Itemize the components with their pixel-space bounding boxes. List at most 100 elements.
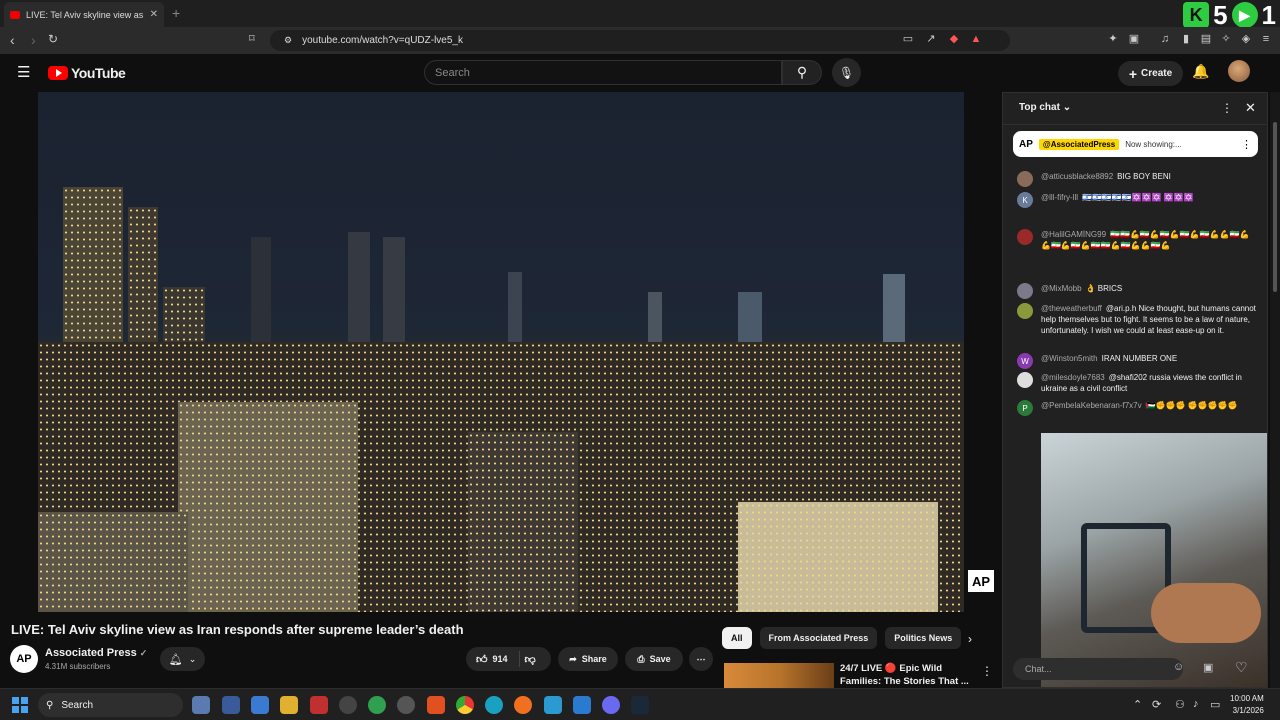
page-scrollbar[interactable] — [1270, 92, 1280, 688]
chat-username[interactable]: @HalilGAMİNG99 — [1041, 230, 1106, 239]
chat-username[interactable]: @milesdoyle7683 — [1041, 373, 1105, 382]
super-chat-icon[interactable]: ▣ — [1203, 661, 1213, 674]
share-page-icon[interactable]: ↗ — [925, 33, 937, 45]
hamburger-menu-icon[interactable]: ☰ — [17, 63, 30, 81]
chat-avatar[interactable] — [1017, 283, 1033, 299]
chat-avatar[interactable]: W — [1017, 353, 1033, 369]
chevron-right-icon[interactable]: › — [968, 632, 972, 646]
chat-username[interactable]: @lll-fifry-lll — [1041, 193, 1078, 202]
chat-avatar[interactable] — [1017, 171, 1033, 187]
chip-all[interactable]: All — [722, 627, 752, 649]
voice-search-button[interactable]: 🎙 — [832, 58, 861, 87]
chat-avatar[interactable]: K — [1017, 192, 1033, 208]
chrome-icon[interactable] — [456, 696, 474, 714]
forward-icon[interactable]: › — [31, 32, 36, 48]
network-icon[interactable]: ⚇ — [1175, 698, 1185, 711]
back-icon[interactable]: ‹ — [10, 32, 15, 48]
extensions-icon[interactable]: ✦ — [1107, 33, 1119, 45]
recommendation-thumbnail[interactable] — [724, 663, 834, 688]
chat-message[interactable]: @atticusblacke8892 BIG BOY BENI — [1017, 171, 1257, 187]
chat-username[interactable]: @PembelaKebenaran-f7x7v — [1041, 401, 1142, 410]
chat-avatar[interactable] — [1017, 303, 1033, 319]
vpn-icon[interactable]: ◈ — [1240, 33, 1252, 45]
taskbar-clock[interactable]: 10:00 AM 3/1/2026 — [1230, 693, 1264, 717]
sidebar-icon[interactable]: ▮ — [1180, 33, 1192, 45]
share-button[interactable]: ➦ Share — [558, 647, 618, 671]
dislike-button[interactable]: 👎︎ — [525, 653, 536, 666]
chat-message[interactable]: W @Winston5mith IRAN NUMBER ONE — [1017, 353, 1257, 369]
bookmark-icon[interactable]: ⌑ — [249, 32, 255, 45]
battery-icon[interactable]: ▭ — [1210, 698, 1220, 711]
pinned-more-icon[interactable]: ⋮ — [1241, 138, 1252, 151]
rec-more-icon[interactable]: ⋮ — [981, 664, 993, 678]
windows-start-icon[interactable] — [12, 697, 28, 713]
pinned-message[interactable]: AP @AssociatedPress Now showing:... ⋮ — [1013, 131, 1258, 157]
subscribed-notifications-button[interactable]: 🔔︎ ⌄ — [160, 647, 205, 671]
like-button[interactable]: 👍︎ 914 — [476, 653, 508, 666]
browser-tab[interactable]: LIVE: Tel Aviv skyline view as I ✕ — [4, 2, 164, 27]
app-icon[interactable] — [339, 696, 357, 714]
widgets-icon[interactable] — [192, 696, 210, 714]
chip-from-associated-press[interactable]: From Associated Press — [759, 627, 878, 649]
chat-message[interactable]: @HalilGAMİNG99 🇮🇷🇮🇷💪🇮🇷💪🇮🇷💪🇮🇷💪🇮🇷💪💪🇮🇷💪💪🇮🇷💪🇮… — [1017, 229, 1257, 251]
leo-icon[interactable]: ✧ — [1220, 33, 1232, 45]
app-icon[interactable] — [397, 696, 415, 714]
search-input[interactable]: Search — [424, 60, 782, 85]
recommendation-title[interactable]: 24/7 LIVE 🔴 Epic Wild Families: The Stor… — [840, 662, 970, 688]
new-tab-button[interactable]: + — [172, 5, 180, 21]
chat-username[interactable]: @Winston5mith — [1041, 354, 1098, 363]
create-button[interactable]: + Create — [1118, 61, 1183, 86]
channel-avatar[interactable]: AP — [10, 645, 38, 673]
chat-avatar[interactable] — [1017, 372, 1033, 388]
steam-icon[interactable] — [631, 696, 649, 714]
chat-more-icon[interactable]: ⋮ — [1221, 101, 1233, 115]
chat-mode-dropdown[interactable]: Top chat ⌄ — [1019, 102, 1071, 113]
chat-username[interactable]: @atticusblacke8892 — [1041, 172, 1113, 181]
notifications-bell-icon[interactable]: 🔔 — [1192, 63, 1209, 80]
file-explorer-icon[interactable] — [280, 696, 298, 714]
tray-app-icon[interactable]: ⟳ — [1152, 698, 1161, 711]
chat-message[interactable]: @milesdoyle7683 @shafi202 russia views th… — [1017, 372, 1257, 394]
site-info-icon[interactable]: ⚙ — [284, 35, 292, 46]
media-icon[interactable]: ♫ — [1159, 33, 1171, 45]
user-avatar[interactable] — [1228, 60, 1250, 82]
address-bar[interactable]: ⚙ youtube.com/watch?v=qUDZ-lve5_k — [270, 30, 1010, 51]
firefox-icon[interactable] — [514, 696, 532, 714]
wallet-icon[interactable]: ▤ — [1200, 33, 1212, 45]
app-icon[interactable] — [222, 696, 240, 714]
save-button[interactable]: ⎙ Save — [625, 647, 683, 671]
vscode-icon[interactable] — [573, 696, 591, 714]
brave-shield-icon[interactable]: ◆ — [948, 33, 960, 45]
chat-username[interactable]: @theweatherbuff — [1041, 304, 1102, 313]
chat-message[interactable]: P @PembelaKebenaran-f7x7v 🇵🇸✊✊✊ ✊✊✊✊✊ — [1017, 400, 1257, 416]
video-player[interactable] — [38, 92, 964, 612]
chat-username[interactable]: @MixMobb — [1041, 284, 1082, 293]
cast-icon[interactable]: ▭ — [902, 33, 914, 45]
search-button[interactable]: ⚲ — [782, 60, 822, 85]
close-chat-icon[interactable]: ✕ — [1245, 100, 1256, 116]
volume-icon[interactable]: ♪ — [1193, 698, 1199, 710]
screenshot-icon[interactable]: ▣ — [1128, 33, 1140, 45]
chat-input[interactable]: Chat... — [1013, 658, 1183, 680]
channel-name[interactable]: Associated Press ✓ — [45, 647, 147, 659]
emoji-icon[interactable]: ☺ — [1173, 661, 1184, 673]
app-icon[interactable] — [310, 696, 328, 714]
taskbar-search[interactable]: ⚲ Search — [38, 693, 183, 717]
discord-icon[interactable] — [602, 696, 620, 714]
rewards-icon[interactable]: ▲ — [970, 33, 982, 45]
app-icon[interactable] — [368, 696, 386, 714]
menu-icon[interactable]: ≡ — [1260, 33, 1272, 45]
app-icon[interactable] — [544, 696, 562, 714]
edge-icon[interactable] — [485, 696, 503, 714]
scrollbar-thumb[interactable] — [1273, 122, 1277, 292]
chat-avatar[interactable] — [1017, 229, 1033, 245]
app-icon[interactable] — [251, 696, 269, 714]
reload-icon[interactable]: ↻ — [48, 32, 58, 46]
tray-chevron-icon[interactable]: ⌃ — [1133, 698, 1142, 711]
heart-icon[interactable]: ♡ — [1235, 659, 1248, 676]
chat-message[interactable]: @MixMobb 👌 BRICS — [1017, 283, 1257, 299]
chip-politics-news[interactable]: Politics News — [885, 627, 962, 649]
chat-avatar[interactable]: P — [1017, 400, 1033, 416]
more-actions-button[interactable]: ⋯ — [689, 647, 713, 671]
chat-message[interactable]: @theweatherbuff @ari.p.h Nice thought, bu… — [1017, 303, 1257, 336]
